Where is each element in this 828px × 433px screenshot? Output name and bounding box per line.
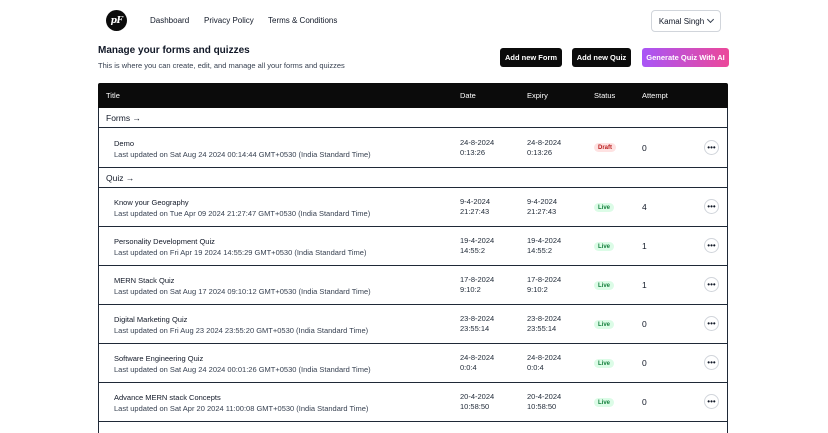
row-title[interactable]: Know your Geography: [114, 198, 189, 207]
more-options-icon[interactable]: •••: [704, 238, 719, 253]
table-row[interactable]: Digital Marketing Quiz Last updated on Fr…: [98, 305, 728, 344]
row-attempt: 1: [642, 280, 647, 290]
row-updated: Last updated on Tue Apr 09 2024 21:27:47…: [114, 209, 371, 218]
status-badge: Live: [594, 359, 615, 368]
add-new-form-button[interactable]: Add new Form: [500, 48, 562, 67]
row-date: 17-8-2024 9:10:2: [460, 275, 495, 294]
forms-group-label: Forms →: [106, 113, 141, 123]
table-row[interactable]: Know your Geography Last updated on Tue A…: [98, 188, 728, 227]
table-row[interactable]: Demo Last updated on Sat Aug 24 2024 00:…: [98, 128, 728, 168]
nav-dashboard-link[interactable]: Dashboard: [150, 16, 189, 25]
user-name: Kamal Singh: [658, 16, 705, 26]
status-badge: Live: [594, 203, 615, 212]
row-expiry: 19-4-2024 14:55:2: [527, 236, 562, 255]
row-title[interactable]: Demo: [114, 139, 134, 148]
col-attempt: Attempt: [642, 91, 668, 100]
status-badge: Live: [594, 398, 615, 407]
page-title: Manage your forms and quizzes: [98, 45, 250, 56]
row-date: 19-4-2024 14:55:2: [460, 236, 495, 255]
row-title[interactable]: Software Engineering Quiz: [114, 354, 203, 363]
col-date: Date: [460, 91, 476, 100]
row-updated: Last updated on Sat Aug 17 2024 09:10:12…: [114, 287, 371, 296]
row-attempt: 4: [642, 202, 647, 212]
row-title[interactable]: Digital Marketing Quiz: [114, 315, 187, 324]
row-updated: Last updated on Sat Aug 24 2024 00:01:26…: [114, 365, 371, 374]
more-options-icon[interactable]: •••: [704, 316, 719, 331]
status-badge: Live: [594, 320, 615, 329]
table-header: Title Date Expiry Status Attempt: [98, 83, 728, 108]
more-options-icon[interactable]: •••: [704, 394, 719, 409]
status-badge: Live: [594, 242, 615, 251]
table-row[interactable]: Software Engineering Quiz Last updated on…: [98, 344, 728, 383]
nav-privacy-policy-link[interactable]: Privacy Policy: [204, 16, 254, 25]
top-nav: pF Dashboard Privacy Policy Terms & Cond…: [0, 0, 828, 42]
row-title[interactable]: Personality Development Quiz: [114, 237, 215, 246]
row-updated: Last updated on Sat Apr 20 2024 11:00:08…: [114, 404, 369, 413]
row-expiry: 17-8-2024 9:10:2: [527, 275, 562, 294]
row-date: 20-4-2024 10:58:50: [460, 392, 495, 411]
row-attempt: 0: [642, 319, 647, 329]
forms-group-header[interactable]: Forms →: [98, 108, 728, 128]
row-title[interactable]: MERN Stack Quiz: [114, 276, 174, 285]
generate-quiz-ai-button[interactable]: Generate Quiz With AI: [642, 48, 729, 67]
row-date: 24-8-2024 0:13:26: [460, 138, 495, 157]
row-expiry: 24-8-2024 0:13:26: [527, 138, 562, 157]
user-menu-button[interactable]: Kamal Singh: [651, 10, 721, 32]
row-date: 9-4-2024 21:27:43: [460, 197, 491, 216]
row-attempt: 1: [642, 241, 647, 251]
forms-quizzes-table: Title Date Expiry Status Attempt Forms →…: [98, 83, 728, 422]
row-title[interactable]: Advance MERN stack Concepts: [114, 393, 221, 402]
more-options-icon[interactable]: •••: [704, 140, 719, 155]
chevron-down-icon: [707, 15, 715, 24]
table-right-border: [727, 108, 728, 433]
row-expiry: 20-4-2024 10:58:50: [527, 392, 562, 411]
add-new-quiz-button[interactable]: Add new Quiz: [572, 48, 631, 67]
row-expiry: 9-4-2024 21:27:43: [527, 197, 558, 216]
col-title: Title: [106, 91, 120, 100]
row-date: 23-8-2024 23:55:14: [460, 314, 495, 333]
more-options-icon[interactable]: •••: [704, 199, 719, 214]
table-row[interactable]: Personality Development Quiz Last updated…: [98, 227, 728, 266]
row-date: 24-8-2024 0:0:4: [460, 353, 495, 372]
row-updated: Last updated on Fri Aug 23 2024 23:55:20…: [114, 326, 369, 335]
quiz-group-header[interactable]: Quiz →: [98, 168, 728, 188]
table-left-border: [98, 108, 99, 433]
nav-terms-link[interactable]: Terms & Conditions: [268, 16, 337, 25]
more-options-icon[interactable]: •••: [704, 355, 719, 370]
logo-icon[interactable]: pF: [106, 10, 127, 31]
page-subtitle: This is where you can create, edit, and …: [98, 61, 345, 70]
quiz-group-label: Quiz →: [106, 173, 135, 183]
row-attempt: 0: [642, 397, 647, 407]
row-attempt: 0: [642, 143, 647, 153]
col-status: Status: [594, 91, 616, 100]
more-options-icon[interactable]: •••: [704, 277, 719, 292]
table-row[interactable]: Advance MERN stack Concepts Last updated …: [98, 383, 728, 422]
row-expiry: 24-8-2024 0:0:4: [527, 353, 562, 372]
col-expiry: Expiry: [527, 91, 548, 100]
row-attempt: 0: [642, 358, 647, 368]
row-updated: Last updated on Fri Apr 19 2024 14:55:29…: [114, 248, 367, 257]
table-row[interactable]: MERN Stack Quiz Last updated on Sat Aug 1…: [98, 266, 728, 305]
row-expiry: 23-8-2024 23:55:14: [527, 314, 562, 333]
status-badge: Draft: [594, 143, 617, 152]
status-badge: Live: [594, 281, 615, 290]
row-updated: Last updated on Sat Aug 24 2024 00:14:44…: [114, 150, 371, 159]
